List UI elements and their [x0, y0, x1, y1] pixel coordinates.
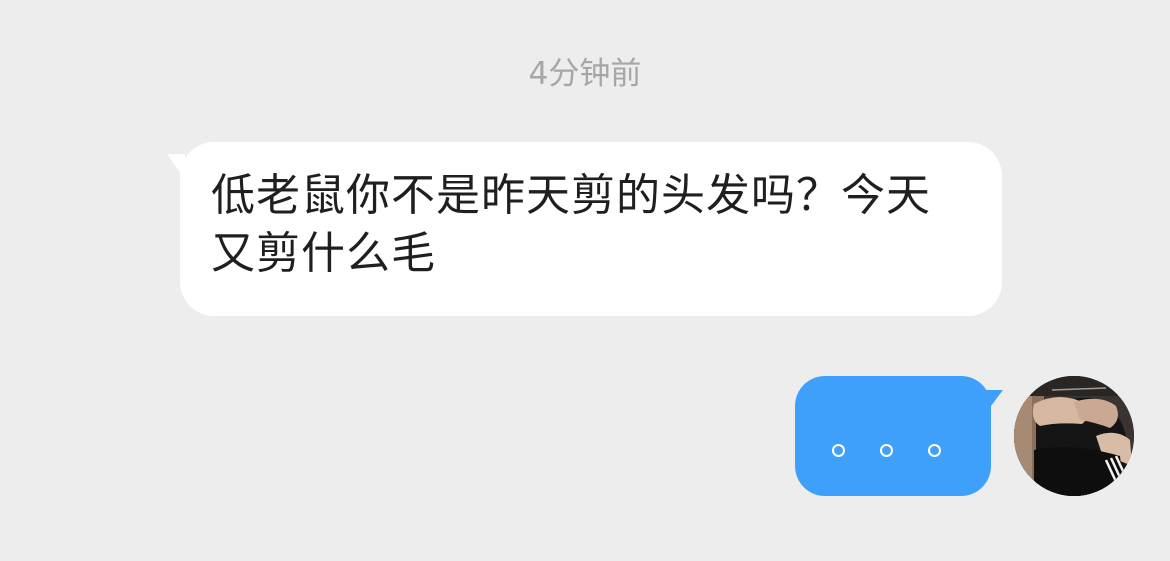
- typing-dot-3: [928, 444, 941, 457]
- outgoing-message-bubble[interactable]: [795, 376, 1003, 496]
- incoming-message-bubble[interactable]: 低老鼠你不是昨天剪的头发吗？今天又剪什么毛: [167, 142, 1002, 316]
- message-timestamp: 4分钟前: [528, 56, 642, 92]
- typing-dot-2: [880, 444, 893, 457]
- incoming-bubble-tail: [167, 154, 185, 180]
- user-avatar[interactable]: [1014, 376, 1134, 496]
- typing-indicator: [795, 376, 991, 496]
- user-avatar-photo-icon: [1014, 376, 1134, 496]
- typing-dot-1: [832, 444, 845, 457]
- incoming-message-text: 低老鼠你不是昨天剪的头发吗？今天又剪什么毛: [211, 170, 931, 279]
